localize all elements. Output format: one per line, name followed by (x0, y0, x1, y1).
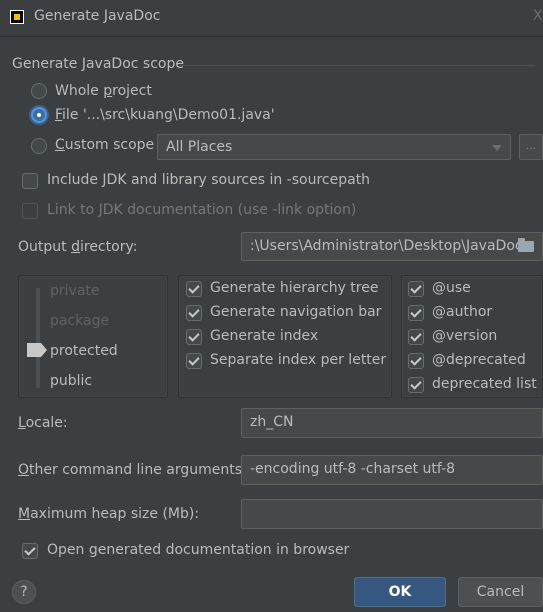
custom-scope-combo[interactable]: All Places (157, 134, 511, 160)
tag-deprecated-checkbox[interactable] (408, 353, 424, 369)
close-icon[interactable]: X (533, 8, 543, 24)
heap-size-field[interactable] (241, 499, 543, 529)
level-public[interactable]: public (50, 373, 92, 389)
output-directory-field[interactable]: :\Users\Administrator\Desktop\JavaDoc (241, 232, 543, 261)
separate-index-label[interactable]: Separate index per letter (210, 352, 386, 368)
file-scope-label[interactable]: File '...\src\kuang\Demo01.java' (55, 107, 275, 123)
title-bar: Generate JavaDoc X (0, 0, 543, 37)
navigation-bar-label[interactable]: Generate navigation bar (210, 304, 381, 320)
tag-version-checkbox[interactable] (408, 329, 424, 345)
folder-browse-icon[interactable] (518, 238, 534, 252)
locale-value: zh_CN (250, 414, 294, 430)
separate-index-checkbox[interactable] (186, 353, 202, 369)
level-protected[interactable]: protected (50, 343, 118, 359)
include-jdk-checkbox[interactable] (22, 173, 38, 189)
heap-size-label: Maximum heap size (Mb): (18, 506, 200, 522)
navigation-bar-checkbox[interactable] (186, 305, 202, 321)
cancel-button[interactable]: Cancel (458, 577, 543, 607)
file-scope-radio[interactable] (31, 107, 47, 123)
output-directory-value: :\Users\Administrator\Desktop\JavaDoc (250, 238, 523, 254)
tag-author-checkbox[interactable] (408, 305, 424, 321)
whole-project-radio[interactable] (31, 83, 47, 99)
locale-field[interactable]: zh_CN (241, 408, 543, 438)
window-title: Generate JavaDoc (34, 8, 161, 24)
link-jdk-checkbox[interactable] (22, 203, 38, 219)
open-in-browser-label[interactable]: Open generated documentation in browser (47, 542, 349, 558)
whole-project-label[interactable]: Whole project (55, 83, 152, 99)
hierarchy-tree-label[interactable]: Generate hierarchy tree (210, 280, 378, 296)
hierarchy-tree-checkbox[interactable] (186, 281, 202, 297)
locale-label: Locale: (18, 415, 68, 431)
scope-group-divider (180, 65, 535, 66)
open-in-browser-checkbox[interactable] (22, 543, 38, 559)
custom-scope-combo-value: All Places (166, 139, 233, 155)
custom-scope-more-button[interactable]: ... (519, 134, 543, 160)
other-args-label: Other command line arguments: (18, 462, 247, 478)
include-jdk-label[interactable]: Include JDK and library sources in -sour… (47, 172, 370, 188)
scope-group-title: Generate JavaDoc scope (12, 56, 184, 72)
tag-use-label[interactable]: @use (432, 280, 471, 296)
generate-index-label[interactable]: Generate index (210, 328, 318, 344)
level-private[interactable]: private (50, 283, 100, 299)
tag-deprecated-label[interactable]: @deprecated (432, 352, 526, 368)
custom-scope-radio[interactable] (31, 138, 47, 154)
help-button[interactable]: ? (12, 580, 36, 604)
intellij-app-icon (10, 10, 24, 24)
tag-version-label[interactable]: @version (432, 328, 497, 344)
level-package[interactable]: package (50, 313, 109, 329)
tag-deprecated-list-checkbox[interactable] (408, 377, 424, 393)
generate-index-checkbox[interactable] (186, 329, 202, 345)
ok-button[interactable]: OK (354, 577, 446, 607)
visibility-slider-track[interactable] (36, 288, 40, 388)
custom-scope-label[interactable]: Custom scope (55, 137, 154, 153)
tag-use-checkbox[interactable] (408, 281, 424, 297)
link-jdk-label: Link to JDK documentation (use -link opt… (47, 202, 357, 218)
other-args-value: -encoding utf-8 -charset utf-8 (250, 461, 456, 477)
tag-author-label[interactable]: @author (432, 304, 492, 320)
other-args-field[interactable]: -encoding utf-8 -charset utf-8 (241, 455, 543, 485)
tag-deprecated-list-label[interactable]: deprecated list (432, 376, 537, 392)
chevron-down-icon (492, 145, 502, 151)
output-directory-label: Output directory: (18, 239, 138, 255)
